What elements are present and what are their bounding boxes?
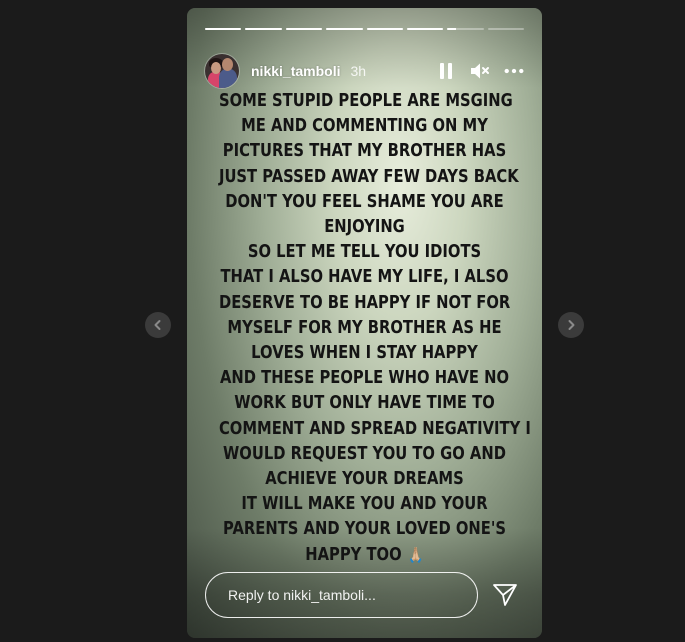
story-text-line: JUST PASSED AWAY FEW DAYS BACK: [218, 165, 519, 187]
progress-segment: [205, 28, 242, 30]
story-text-line: HAPPY TOO 🙏🏼: [219, 542, 510, 568]
progress-segment: [447, 28, 484, 30]
story-text-line: AND THESE PEOPLE WHO HAVE NO: [219, 367, 510, 389]
chevron-left-icon: [154, 320, 161, 330]
story-controls: [436, 61, 524, 81]
pause-button[interactable]: [436, 61, 456, 81]
timestamp: 3h: [350, 63, 367, 79]
story-text-line: ACHIEVE YOUR DREAMS: [265, 468, 464, 490]
mute-button[interactable]: [470, 61, 490, 81]
story-text-line: PICTURES THAT MY BROTHER HAS: [222, 140, 507, 162]
pause-icon: [440, 63, 452, 79]
progress-segment: [366, 28, 403, 30]
username[interactable]: nikki_tamboli: [251, 63, 340, 79]
story-progress-bar: [205, 28, 524, 30]
story-text-line: MYSELF FOR MY BROTHER AS HE: [227, 316, 502, 338]
story-text-line: WOULD REQUEST YOU TO GO AND: [223, 442, 506, 464]
progress-segment: [326, 28, 363, 30]
story-text-line: SO LET ME TELL YOU IDIOTS: [247, 241, 482, 263]
send-icon: [493, 584, 517, 606]
story-last-line-text: HAPPY TOO: [305, 543, 402, 565]
story-text-line: WORK BUT ONLY HAVE TIME TO: [234, 392, 495, 414]
story-text-line: DON'T YOU FEEL SHAME YOU ARE: [225, 190, 504, 212]
story-text-line: THAT I ALSO HAVE MY LIFE, I ALSO: [220, 266, 509, 288]
praying-hands-emoji: 🙏🏼: [408, 545, 424, 564]
story-text-line: DESERVE TO BE HAPPY IF NOT FOR: [218, 291, 511, 313]
story-text-line: IT WILL MAKE YOU AND YOUR: [241, 493, 488, 515]
story-text-line: PARENTS AND YOUR LOVED ONE'S: [223, 518, 506, 540]
story-text: SOME STUPID PEOPLE ARE MSGING ME AND COMM…: [187, 88, 542, 568]
volume-muted-icon: [471, 63, 489, 79]
send-button[interactable]: [490, 580, 520, 610]
progress-segment: [406, 28, 444, 30]
story-text-line: ME AND COMMENTING ON MY: [241, 115, 488, 137]
progress-segment: [487, 28, 524, 30]
progress-segment: [285, 28, 323, 30]
next-story-button[interactable]: [558, 312, 584, 338]
story-text-line: LOVES WHEN I STAY HAPPY: [251, 342, 478, 364]
avatar[interactable]: [205, 54, 239, 88]
story-header: nikki_tamboli 3h: [205, 52, 524, 90]
story-text-line: SOME STUPID PEOPLE ARE MSGING: [218, 90, 513, 111]
story-viewer: nikki_tamboli 3h SOME STUPID PEOPLE ARE …: [0, 0, 685, 642]
reply-input[interactable]: [205, 572, 478, 618]
story-card[interactable]: nikki_tamboli 3h SOME STUPID PEOPLE ARE …: [187, 8, 542, 638]
story-text-line: COMMENT AND SPREAD NEGATIVITY I: [218, 417, 531, 439]
chevron-right-icon: [568, 320, 575, 330]
more-options-icon: [504, 68, 524, 74]
reply-bar: [205, 572, 524, 618]
story-text-line: ENJOYING: [324, 216, 405, 238]
progress-segment: [245, 28, 282, 30]
more-options-button[interactable]: [504, 61, 524, 81]
previous-story-button[interactable]: [145, 312, 171, 338]
